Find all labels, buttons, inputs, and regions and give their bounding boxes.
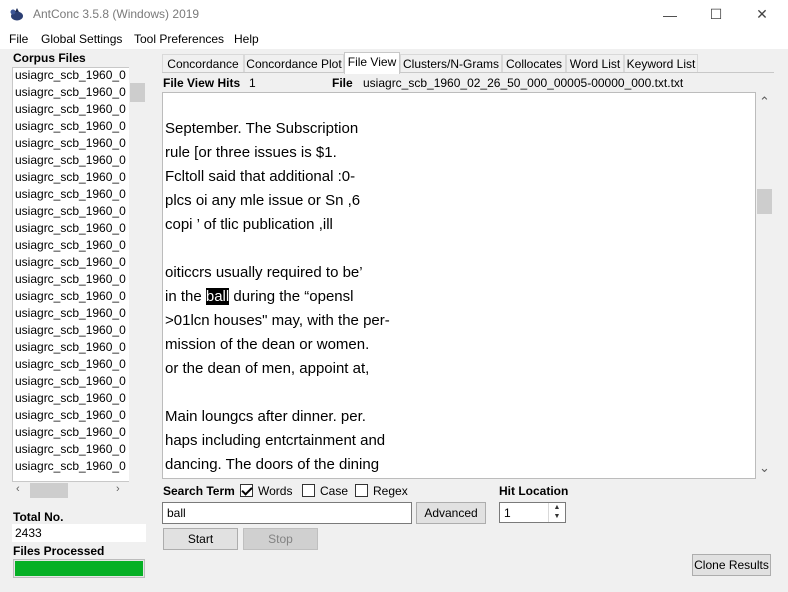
- start-button[interactable]: Start: [163, 528, 238, 550]
- corpus-file-item[interactable]: usiagrc_scb_1960_0: [15, 306, 126, 323]
- text-line: >01lcn houses" may, with the per-: [165, 312, 390, 329]
- text-line: oiticcrs usually required to be’: [165, 264, 363, 281]
- file-text-view[interactable]: September. The Subscription rule [or thre…: [162, 92, 756, 479]
- corpus-file-item[interactable]: usiagrc_scb_1960_0: [15, 170, 126, 187]
- corpus-file-list[interactable]: usiagrc_scb_1960_0 usiagrc_scb_1960_0 usia…: [12, 67, 146, 482]
- text-line: or the dean of men, appoint at,: [165, 360, 370, 377]
- hit-location-label: Hit Location: [499, 484, 569, 498]
- corpus-hscroll-thumb[interactable]: [30, 483, 68, 498]
- spin-up-icon[interactable]: ▲: [549, 503, 565, 512]
- text-before-hit: in the: [165, 288, 206, 305]
- menu-bar: File Global Settings Tool Preferences He…: [0, 29, 788, 49]
- corpus-file-item[interactable]: usiagrc_scb_1960_0: [15, 408, 126, 425]
- search-hit-highlight: ball: [205, 288, 230, 305]
- clone-results-button[interactable]: Clone Results: [692, 554, 771, 576]
- corpus-files-title: Corpus Files: [13, 51, 86, 65]
- corpus-file-item[interactable]: usiagrc_scb_1960_0: [15, 357, 126, 374]
- corpus-file-item[interactable]: usiagrc_scb_1960_0: [15, 68, 126, 85]
- corpus-scroll-thumb[interactable]: [130, 83, 145, 102]
- corpus-file-item[interactable]: usiagrc_scb_1960_0: [15, 187, 126, 204]
- scroll-left-icon[interactable]: ‹: [16, 483, 20, 495]
- maximize-icon: ☐: [709, 6, 723, 22]
- tab-concordance[interactable]: Concordance: [162, 54, 244, 73]
- tab-clusters-ngrams[interactable]: Clusters/N-Grams: [400, 54, 502, 73]
- hit-location-spinner[interactable]: ▲ ▼: [548, 503, 565, 522]
- corpus-file-item[interactable]: usiagrc_scb_1960_0: [15, 289, 126, 306]
- files-processed-label: Files Processed: [13, 544, 105, 558]
- spin-down-icon[interactable]: ▼: [549, 512, 565, 521]
- menu-help[interactable]: Help: [234, 32, 259, 46]
- file-view-hits-value: 1: [249, 76, 256, 90]
- corpus-file-item[interactable]: usiagrc_scb_1960_0: [15, 85, 126, 102]
- antconc-logo-icon: [10, 8, 23, 21]
- corpus-file-item[interactable]: usiagrc_scb_1960_0: [15, 119, 126, 136]
- text-line: plcs oi any mle issue or Sn ,6: [165, 192, 361, 209]
- regex-checkbox[interactable]: [355, 484, 368, 497]
- text-line: copi ’ of tlic publication ,ill: [165, 216, 333, 233]
- corpus-file-item[interactable]: usiagrc_scb_1960_0: [15, 238, 126, 255]
- text-line: Main loungcs after dinner. per.: [165, 408, 366, 425]
- regex-label: Regex: [373, 484, 408, 498]
- tab-file-view[interactable]: File View: [344, 52, 400, 74]
- tab-word-list[interactable]: Word List: [566, 54, 624, 73]
- menu-global-settings[interactable]: Global Settings: [41, 32, 122, 46]
- search-term-label: Search Term: [163, 484, 235, 498]
- progress-fill: [15, 561, 143, 576]
- text-line: Fcltoll said that additional :0-: [165, 168, 356, 185]
- corpus-file-item[interactable]: usiagrc_scb_1960_0: [15, 442, 126, 459]
- corpus-file-item[interactable]: usiagrc_scb_1960_0: [15, 204, 126, 221]
- tab-keyword-list[interactable]: Keyword List: [624, 54, 698, 73]
- minimize-icon: —: [663, 6, 677, 23]
- corpus-vertical-scrollbar[interactable]: [129, 67, 146, 482]
- close-button[interactable]: ✕: [739, 0, 785, 29]
- corpus-file-item[interactable]: usiagrc_scb_1960_0: [15, 425, 126, 442]
- file-name-value: usiagrc_scb_1960_02_26_50_000_00005-0000…: [363, 76, 684, 90]
- corpus-file-item[interactable]: usiagrc_scb_1960_0: [15, 221, 126, 238]
- advanced-button[interactable]: Advanced: [416, 502, 486, 524]
- corpus-file-item[interactable]: usiagrc_scb_1960_0: [15, 272, 126, 289]
- text-line: dancing. The doors of the dining: [165, 456, 380, 473]
- corpus-file-item[interactable]: usiagrc_scb_1960_0: [15, 374, 126, 391]
- case-label: Case: [320, 484, 349, 498]
- search-term-input[interactable]: [162, 502, 412, 524]
- menu-tool-preferences[interactable]: Tool Preferences: [134, 32, 224, 46]
- title-bar: AntConc 3.5.8 (Windows) 2019 — ☐ ✕: [0, 0, 788, 29]
- close-icon: ✕: [756, 6, 768, 22]
- text-after-hit: during the “opensl: [229, 288, 354, 305]
- corpus-file-item[interactable]: usiagrc_scb_1960_0: [15, 136, 126, 153]
- scroll-down-icon[interactable]: ⌄: [759, 460, 770, 476]
- files-processed-progress: [13, 559, 145, 578]
- corpus-horizontal-scrollbar[interactable]: ‹ ›: [12, 482, 129, 499]
- total-no-value: 2433: [12, 524, 146, 542]
- total-no-label: Total No.: [13, 510, 64, 524]
- words-checkbox[interactable]: [240, 484, 253, 497]
- tab-concordance-plot[interactable]: Concordance Plot: [244, 54, 344, 73]
- maximize-button[interactable]: ☐: [693, 0, 739, 29]
- file-label: File: [332, 76, 353, 90]
- menu-file[interactable]: File: [9, 32, 28, 46]
- text-line: haps including entcrtainment and: [165, 432, 386, 449]
- case-checkbox[interactable]: [302, 484, 315, 497]
- tab-collocates[interactable]: Collocates: [502, 54, 566, 73]
- words-label: Words: [258, 484, 293, 498]
- text-line: September. The Subscription: [165, 120, 359, 137]
- text-vertical-scrollbar[interactable]: ⌃ ⌄: [756, 92, 773, 479]
- corpus-file-item[interactable]: usiagrc_scb_1960_0: [15, 153, 126, 170]
- text-line-with-hit: in the ball during the “opensl: [165, 288, 353, 305]
- window-title: AntConc 3.5.8 (Windows) 2019: [33, 7, 200, 21]
- corpus-file-item[interactable]: usiagrc_scb_1960_0: [15, 255, 126, 272]
- file-view-hits-label: File View Hits: [163, 76, 241, 90]
- text-scroll-thumb[interactable]: [757, 189, 772, 214]
- stop-button[interactable]: Stop: [243, 528, 318, 550]
- minimize-button[interactable]: —: [647, 0, 693, 29]
- corpus-file-item[interactable]: usiagrc_scb_1960_0: [15, 391, 126, 408]
- corpus-file-item[interactable]: usiagrc_scb_1960_0: [15, 340, 126, 357]
- corpus-file-item[interactable]: usiagrc_scb_1960_0: [15, 102, 126, 119]
- scroll-up-icon[interactable]: ⌃: [759, 94, 770, 110]
- corpus-file-item[interactable]: usiagrc_scb_1960_0: [15, 323, 126, 340]
- corpus-file-item[interactable]: usiagrc_scb_1960_0: [15, 459, 126, 476]
- text-line: mission of the dean or women.: [165, 336, 370, 353]
- scroll-right-icon[interactable]: ›: [116, 483, 120, 495]
- text-line: rule [or three issues is $1.: [165, 144, 337, 161]
